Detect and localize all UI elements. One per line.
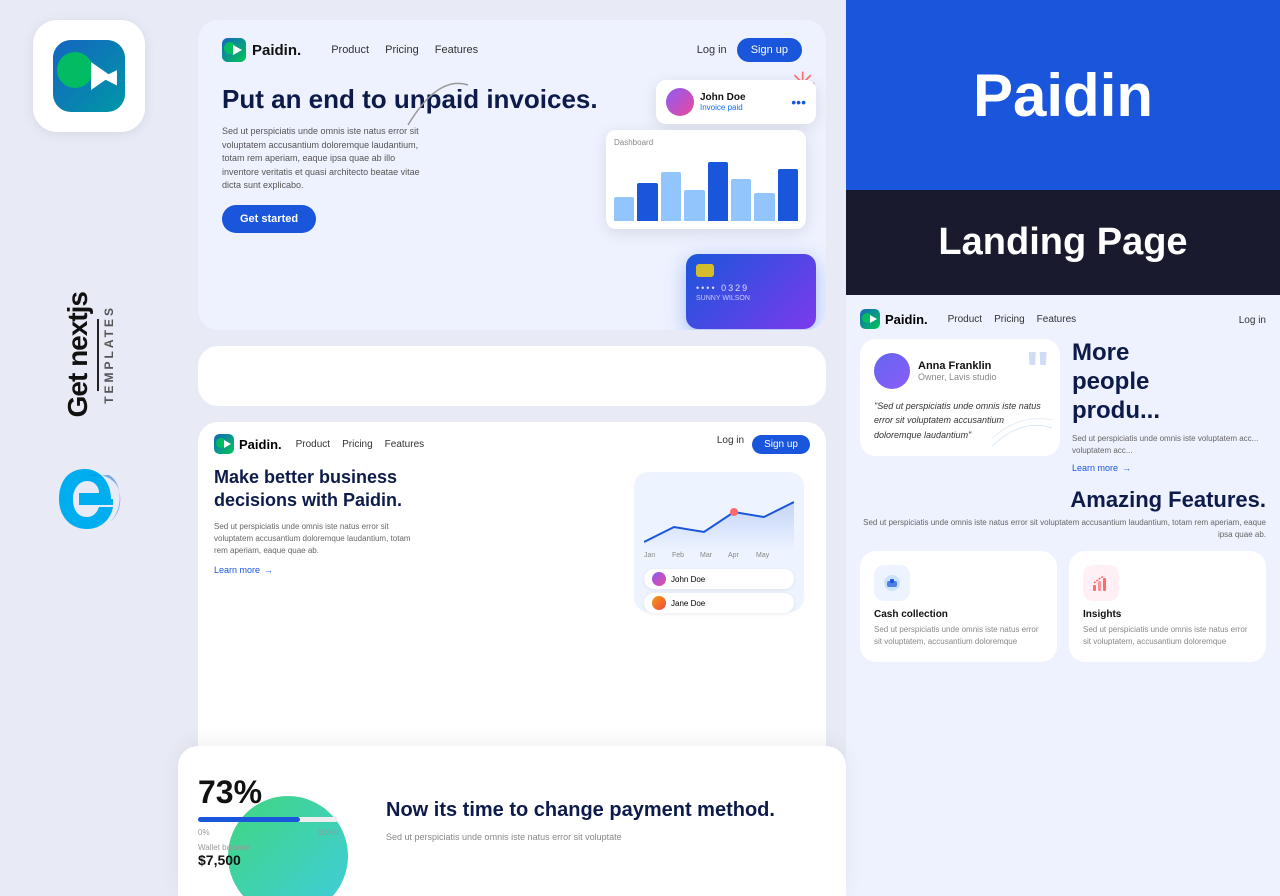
cash-collection-icon (882, 573, 902, 593)
nav-pricing[interactable]: Pricing (385, 44, 419, 56)
card2-nav: Paidin. Product Pricing Features Log in … (198, 422, 826, 466)
insights-icon (1091, 573, 1111, 593)
card2-nav-product[interactable]: Product (296, 439, 330, 450)
features-grid: Cash collection Sed ut perspiciatis unde… (860, 551, 1266, 662)
svg-text:Mar: Mar (700, 552, 713, 559)
e-logo-container (51, 461, 127, 542)
cash-collection-title: Cash collection (874, 609, 1043, 620)
curve-decor (398, 75, 478, 135)
amazing-desc: Sed ut perspiciatis unde omnis iste natu… (860, 517, 1266, 541)
insights-desc: Sed ut perspiciatis unde omnis iste natu… (1083, 624, 1252, 648)
progress-range: 0% 100% (198, 828, 338, 837)
payment-text-section: Now its time to change payment method. S… (358, 746, 846, 896)
svg-text:May: May (756, 552, 770, 559)
percentage-widget: 73% 0% 100% Wallet balance $7,500 (178, 746, 358, 896)
testimonial-author: Anna Franklin Owner, Lavis studio (874, 353, 1046, 389)
card2-signup[interactable]: Sign up (752, 435, 810, 454)
nav-product[interactable]: Product (331, 44, 369, 56)
hero-nav: Paidin. Product Pricing Features Log in … (198, 20, 826, 80)
right-learn-more[interactable]: Learn more → (1072, 463, 1266, 473)
right-nav-login[interactable]: Log in (1239, 315, 1266, 326)
insights-title: Insights (1083, 609, 1252, 620)
wallet-label: Wallet balance (198, 843, 338, 852)
signup-button[interactable]: Sign up (737, 38, 802, 62)
invoice-type: Invoice paid (700, 103, 785, 112)
hero-nav-logo: Paidin. (222, 38, 301, 62)
paidin-icon-hero (222, 38, 246, 62)
right-nav: Paidin. Product Pricing Features Log in (860, 309, 1266, 329)
hero-card: Paidin. Product Pricing Features Log in … (198, 20, 826, 330)
landing-page-section: Landing Page (846, 190, 1280, 295)
testimonial-row: " Anna Franklin Owner, Lavis studio "Sed… (860, 339, 1266, 473)
getnextjs-label: Get nextjs (62, 292, 94, 417)
right-content: Paidin. Product Pricing Features Log in … (846, 295, 1280, 896)
landing-page-text: Landing Page (938, 221, 1187, 264)
hero-body: Put an end to unpaid invoices. Sed ut pe… (198, 80, 826, 233)
wallet-amount: $7,500 (198, 852, 338, 868)
testimonial-decor (992, 408, 1052, 448)
more-title: Morepeopleprodu... (1072, 339, 1266, 425)
hero-paidin-name: Paidin. (252, 42, 301, 59)
amazing-features-section: Amazing Features. Sed ut perspiciatis un… (860, 487, 1266, 662)
bottom-preview-panel: 73% 0% 100% Wallet balance $7,500 Now it… (178, 746, 846, 896)
cash-collection-icon-container (874, 565, 910, 601)
invoice-dots: ••• (791, 94, 806, 110)
spacer-card (198, 346, 826, 406)
right-nav-product[interactable]: Product (948, 314, 982, 325)
svg-text:Feb: Feb (672, 552, 684, 559)
svg-text:Jan: Jan (644, 552, 655, 559)
right-nav-features[interactable]: Features (1037, 314, 1076, 325)
right-paidin-name: Paidin. (885, 312, 928, 327)
payment-card: •••• 0329 SUNNY WILSON (686, 254, 816, 329)
analytics-visual: Jan Feb Mar Apr May (634, 472, 814, 632)
e-logo-icon (51, 461, 127, 537)
payment-headline: Now its time to change payment method. (386, 797, 818, 823)
get-started-button[interactable]: Get started (222, 205, 316, 233)
card2-login[interactable]: Log in (717, 435, 744, 454)
more-text-section: Morepeopleprodu... Sed ut perspiciatis u… (1072, 339, 1266, 473)
app-icon (53, 40, 125, 112)
dashboard-mockup: John Doe Invoice paid ••• Dashboard (606, 80, 816, 229)
hero-desc: Sed ut perspiciatis unde omnis iste natu… (222, 125, 422, 193)
hero-nav-links: Product Pricing Features (331, 44, 478, 56)
quote-decoration: " (1025, 345, 1050, 397)
card2-desc: Sed ut perspiciatis unde omnis iste natu… (214, 521, 414, 557)
insights-icon-container (1083, 565, 1119, 601)
card2-nav-pricing[interactable]: Pricing (342, 439, 373, 450)
card2-paidin-name: Paidin. (239, 437, 282, 452)
cash-collection-desc: Sed ut perspiciatis unde omnis iste natu… (874, 624, 1043, 648)
card2-title: Make better business decisions with Paid… (214, 466, 414, 513)
getnextjs-section: Get nextjs Templates (62, 292, 116, 417)
hero-nav-right: Log in Sign up (697, 38, 802, 62)
testimonial-name: Anna Franklin (918, 360, 997, 372)
progress-track (198, 817, 338, 822)
feature-insights: Insights Sed ut perspiciatis unde omnis … (1069, 551, 1266, 662)
user2-name: Jane Doe (671, 599, 705, 608)
right-sidebar: Paidin Landing Page Paidin. Product Pric… (846, 0, 1280, 896)
right-nav-pricing[interactable]: Pricing (994, 314, 1025, 325)
invoice-name: John Doe (700, 92, 785, 103)
brand-blue-section: Paidin (846, 0, 1280, 190)
brand-name: Paidin (973, 61, 1153, 130)
app-icon-card (33, 20, 145, 132)
testimonial-role: Owner, Lavis studio (918, 372, 997, 382)
more-desc: Sed ut perspiciatis unde omnis iste volu… (1072, 433, 1266, 457)
left-sidebar: Get nextjs Templates (0, 0, 178, 896)
feature-cash-collection: Cash collection Sed ut perspiciatis unde… (860, 551, 1057, 662)
line-chart: Jan Feb Mar Apr May (644, 482, 794, 562)
amazing-title: Amazing Features. (860, 487, 1266, 513)
login-button[interactable]: Log in (697, 44, 727, 56)
card2-nav-features[interactable]: Features (385, 439, 424, 450)
progress-fill (198, 817, 300, 822)
user1-name: John Doe (671, 575, 705, 584)
percentage-display: 73% (198, 774, 338, 811)
nav-features[interactable]: Features (435, 44, 478, 56)
svg-text:Apr: Apr (728, 552, 740, 559)
templates-label: Templates (102, 305, 116, 404)
testimonial-card: " Anna Franklin Owner, Lavis studio "Sed… (860, 339, 1060, 456)
payment-desc: Sed ut perspiciatis unde omnis iste natu… (386, 831, 818, 845)
